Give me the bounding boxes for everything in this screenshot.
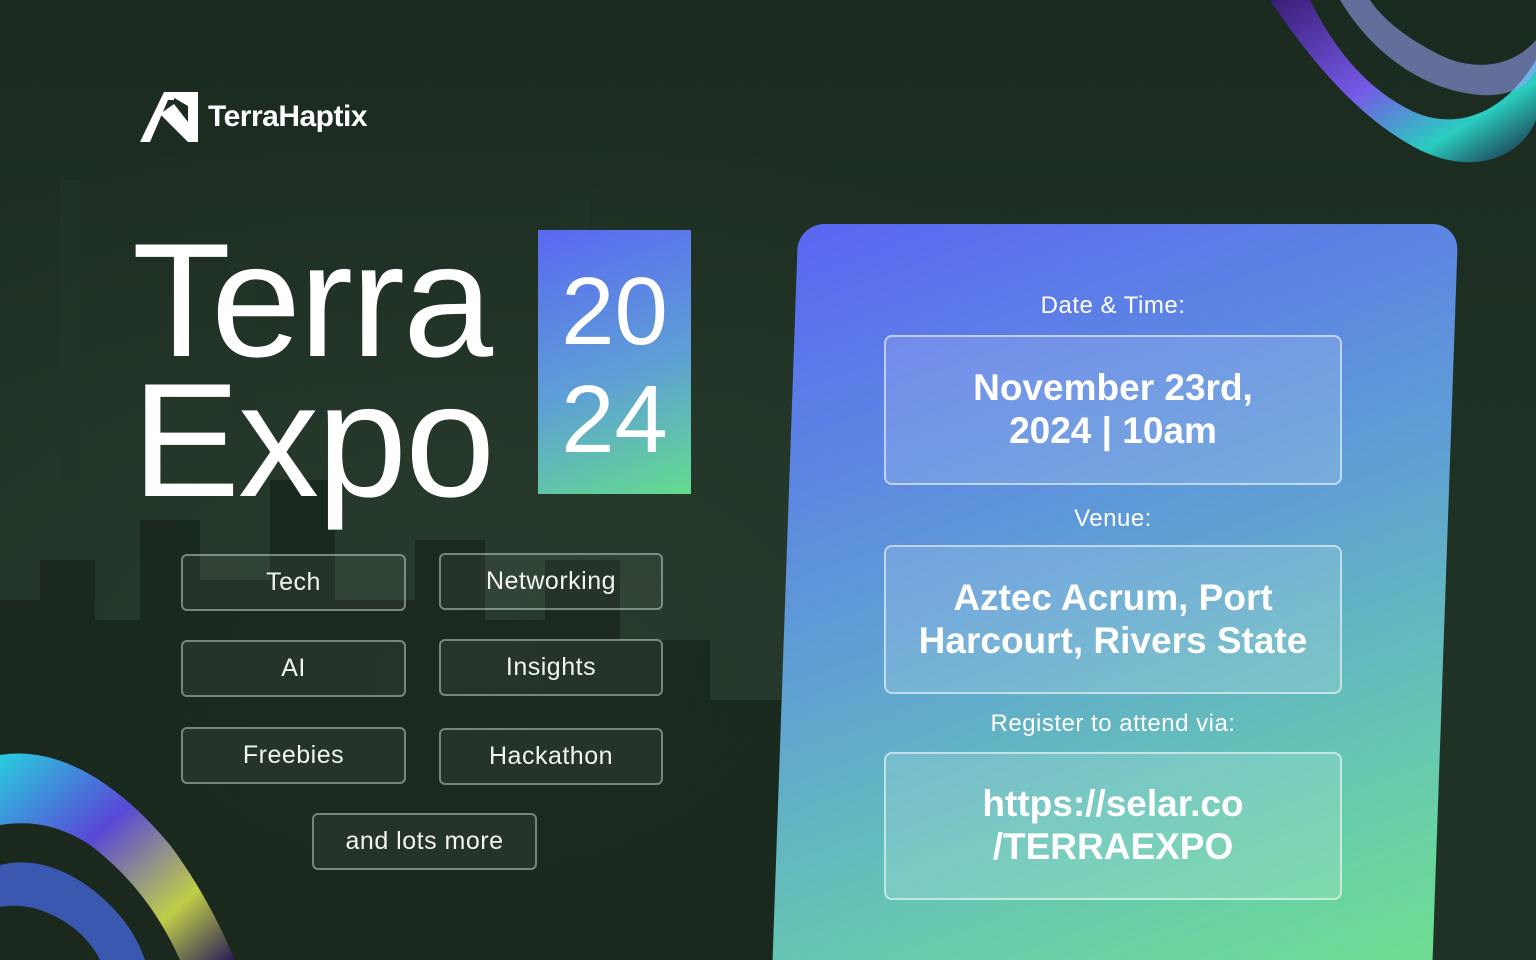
year-bottom-digits: 24 xyxy=(561,366,668,473)
tag-hackathon: Hackathon xyxy=(439,728,663,785)
tag-insights: Insights xyxy=(439,639,663,696)
brand-name: TerraHaptix xyxy=(208,100,368,133)
date-time-value: November 23rd, 2024 | 10am xyxy=(884,335,1342,485)
register-link[interactable]: https://selar.co /TERRAEXPO xyxy=(884,752,1342,900)
terrahaptix-logo-icon xyxy=(140,92,198,142)
tag-tech: Tech xyxy=(181,554,406,611)
year-badge: 20 24 xyxy=(538,230,691,494)
date-time-label: Date & Time: xyxy=(1040,292,1186,319)
ribbon-top-right-decoration xyxy=(1270,0,1536,163)
venue-label: Venue: xyxy=(1074,505,1152,532)
brand-logo: TerraHaptix xyxy=(140,92,368,142)
tag-freebies: Freebies xyxy=(181,727,406,784)
year-top-digits: 20 xyxy=(561,258,668,365)
register-label: Register to attend via: xyxy=(990,710,1236,737)
headline-expo: Expo xyxy=(132,350,495,531)
tag-and-lots-more: and lots more xyxy=(312,813,537,870)
tag-ai: AI xyxy=(181,640,406,697)
tag-networking: Networking xyxy=(439,553,663,610)
venue-value: Aztec Acrum, Port Harcourt, Rivers State xyxy=(884,545,1342,694)
